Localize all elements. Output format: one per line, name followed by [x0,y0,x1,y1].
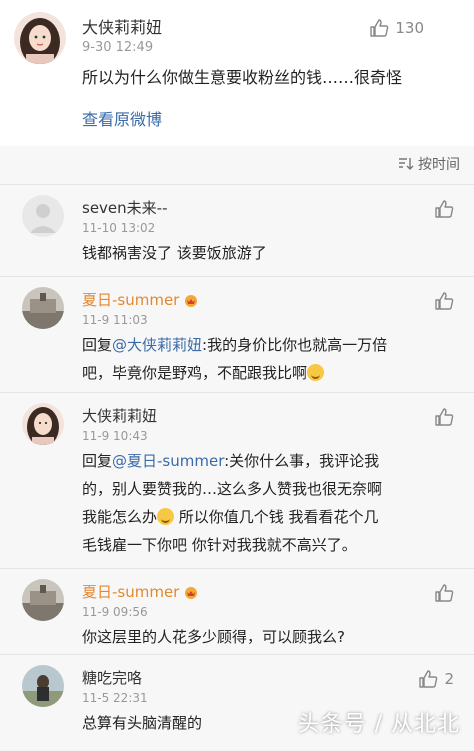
thumbs-up-icon [435,408,454,426]
smile-emoji-icon [157,508,175,525]
view-original-link[interactable]: 查看原微博 [82,106,162,130]
comment-time: 11-9 10:43 [82,429,148,443]
sort-icon [399,158,414,170]
comment-text: 回复@大侠莉莉妞:我的身价比你也就高一万倍 吧，毕竟你是野鸡，不配跟我比啊 [82,336,388,382]
user-avatar[interactable] [22,579,64,621]
thumbs-up-icon [435,584,454,602]
vip-crown-icon [185,587,198,599]
comment-like-button[interactable] [434,291,454,311]
comment-like-button[interactable] [434,199,454,219]
sort-label: 按时间 [418,157,460,173]
comment-time: 11-5 22:31 [82,691,148,705]
comment-like-button[interactable] [434,583,454,603]
comment-like-count: 2 [444,670,454,688]
comment-item: 夏日-summer 11-9 11:03 回复@大侠莉莉妞:我的身价比你也就高一… [0,276,474,393]
comment-text: 总算有头脑清醒的 [82,714,203,732]
post-like-count: 130 [395,19,424,37]
user-avatar[interactable] [22,287,64,329]
mention-link[interactable]: @大侠莉莉妞 [112,336,202,354]
mention-link[interactable]: @夏日-summer [112,452,224,470]
comment-item: 夏日-summer 11-9 09:56 你这层里的人花多少顾得，可以顾我么? [0,568,474,655]
comment-author[interactable]: 夏日-summer [82,289,199,310]
post-like-button[interactable]: 130 [369,18,424,38]
comment-like-button[interactable] [434,407,454,427]
post-time: 9-30 12:49 [82,40,154,55]
post-author-name[interactable]: 大侠莉莉妞 [82,14,162,38]
comment-item: 大侠莉莉妞 11-9 10:43 回复@夏日-summer:关你什么事，我评论我… [0,392,474,569]
author-avatar[interactable] [22,403,64,445]
sort-by-time-button[interactable]: 按时间 [398,154,460,174]
user-avatar[interactable] [22,665,64,707]
main-post: 大侠莉莉妞 9-30 12:49 130 所以为什么你做生意要收粉丝的钱……很奇… [0,0,474,146]
comments-section: 按时间 seven未来-- 11-10 13:02 钱都祸害没了 该要饭旅游了 [0,146,474,750]
comment-time: 11-9 09:56 [82,605,148,619]
comment-item: seven未来-- 11-10 13:02 钱都祸害没了 该要饭旅游了 [0,184,474,277]
post-text: 所以为什么你做生意要收粉丝的钱……很奇怪 [82,68,403,87]
author-avatar[interactable] [14,12,66,64]
vip-crown-icon [185,295,198,307]
thumbs-up-icon [419,670,438,688]
laugh-emoji-icon [307,364,325,381]
comment-like-button[interactable]: 2 [418,669,454,689]
comment-author[interactable]: 夏日-summer [82,581,199,602]
comment-author[interactable]: 糖吃完咯 [82,667,142,688]
comment-time: 11-10 13:02 [82,221,156,235]
comment-text: 回复@夏日-summer:关你什么事，我评论我 的，别人要赞我的…这么多人赞我也… [82,452,383,554]
watermark: 头条号 / 从北北 [297,712,460,737]
comment-text: 钱都祸害没了 该要饭旅游了 [82,244,267,262]
comment-author[interactable]: seven未来-- [82,197,167,218]
comment-text: 你这层里的人花多少顾得，可以顾我么? [82,628,345,646]
comment-time: 11-9 11:03 [82,313,148,327]
thumbs-up-icon [435,200,454,218]
default-avatar[interactable] [22,195,64,237]
comment-author[interactable]: 大侠莉莉妞 [82,405,157,426]
thumbs-up-icon [435,292,454,310]
thumbs-up-icon [370,19,389,37]
